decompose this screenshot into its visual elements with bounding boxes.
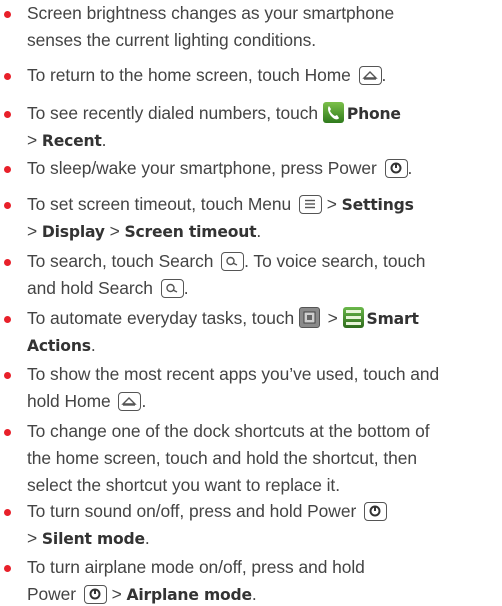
item-line: To search, touch Search . To voice searc…	[27, 250, 425, 272]
text-segment: >	[27, 528, 42, 548]
text-segment: Power	[27, 584, 81, 604]
item-line: Power > Airplane mode.	[27, 583, 257, 606]
smart-actions-icon	[342, 307, 364, 328]
text-segment: .	[407, 158, 413, 178]
text-segment: To see recently dialed numbers, touch	[27, 103, 323, 123]
bold-term: Silent mode	[41, 530, 145, 548]
power-key-icon	[384, 159, 408, 178]
text-segment: . To voice search, touch	[244, 251, 426, 271]
text-segment: To set screen timeout, touch Menu	[27, 194, 296, 214]
text-segment: To sleep/wake your smartphone, press Pow…	[27, 158, 382, 178]
item-line: the home screen, touch and hold the shor…	[27, 447, 417, 469]
text-segment: the home screen, touch and hold the shor…	[27, 448, 418, 468]
bold-term: Airplane mode	[126, 586, 253, 604]
bold-term: Smart	[366, 310, 419, 328]
item-line: hold Home .	[27, 390, 146, 412]
item-line: and hold Search .	[27, 277, 189, 299]
text-segment: select the shortcut you want to replace …	[27, 475, 340, 495]
bold-term: Phone	[346, 105, 401, 123]
item-line: Screen brightness changes as your smartp…	[27, 2, 394, 24]
bullet-icon	[4, 429, 11, 436]
text-segment: .	[101, 130, 107, 150]
bold-term: Display	[41, 223, 105, 241]
text-segment: Screen brightness changes as your smartp…	[27, 3, 395, 23]
text-segment: To show the most recent apps you’ve used…	[27, 364, 440, 384]
bullet-icon	[4, 372, 11, 379]
menu-key-icon	[298, 195, 322, 214]
text-segment: and hold Search	[27, 278, 158, 298]
search-key-icon	[221, 252, 245, 271]
item-line: To turn airplane mode on/off, press and …	[27, 556, 365, 578]
bullet-icon	[4, 565, 11, 572]
text-segment: hold Home	[27, 391, 116, 411]
bold-term: Actions	[27, 337, 91, 355]
item-line: > Display > Screen timeout.	[27, 220, 261, 243]
power-key-icon	[363, 502, 387, 521]
bullet-icon	[4, 73, 11, 80]
text-segment: .	[183, 278, 189, 298]
app-grid-icon	[298, 307, 320, 328]
item-line: To set screen timeout, touch Menu > Sett…	[27, 193, 414, 216]
item-line: > Silent mode.	[27, 527, 150, 550]
text-segment: To turn sound on/off, press and hold Pow…	[27, 501, 361, 521]
bold-term: Screen timeout	[124, 223, 257, 241]
item-line: To turn sound on/off, press and hold Pow…	[27, 500, 387, 522]
search-key-icon	[160, 279, 184, 298]
phone-app-icon	[322, 102, 344, 123]
item-line: To return to the home screen, touch Home…	[27, 64, 386, 86]
text-segment: >	[321, 194, 342, 214]
bullet-icon	[4, 11, 11, 18]
text-segment: >	[104, 221, 125, 241]
text-segment: .	[251, 584, 257, 604]
bold-term: Settings	[341, 196, 414, 214]
power-key-icon	[83, 585, 107, 604]
text-segment: To return to the home screen, touch Home	[27, 65, 356, 85]
text-segment: >	[322, 308, 343, 328]
home-key-icon	[358, 66, 382, 85]
bold-term: Recent	[41, 132, 102, 150]
text-segment: To change one of the dock shortcuts at t…	[27, 421, 430, 441]
text-segment: .	[256, 221, 262, 241]
bullet-icon	[4, 316, 11, 323]
item-line: To see recently dialed numbers, touch Ph…	[27, 102, 401, 125]
bullet-icon	[4, 509, 11, 516]
text-segment: senses the current lighting conditions.	[27, 30, 317, 50]
text-segment: .	[144, 528, 150, 548]
home-key-icon	[118, 392, 142, 411]
text-segment: To automate everyday tasks, touch	[27, 308, 299, 328]
item-line: senses the current lighting conditions.	[27, 29, 316, 51]
bullet-icon	[4, 259, 11, 266]
item-line: select the shortcut you want to replace …	[27, 474, 340, 496]
item-line: To change one of the dock shortcuts at t…	[27, 420, 430, 442]
text-segment: .	[141, 391, 147, 411]
text-segment: .	[90, 335, 96, 355]
item-line: To show the most recent apps you’ve used…	[27, 363, 439, 385]
text-segment: >	[27, 130, 42, 150]
bullet-icon	[4, 202, 11, 209]
item-line: To sleep/wake your smartphone, press Pow…	[27, 157, 412, 179]
item-line: > Recent.	[27, 129, 107, 152]
text-segment: >	[106, 584, 127, 604]
item-line: To automate everyday tasks, touch > Smar…	[27, 307, 419, 330]
text-segment: To turn airplane mode on/off, press and …	[27, 557, 365, 577]
item-line: Actions.	[27, 334, 96, 357]
text-segment: >	[27, 221, 42, 241]
bullet-icon	[4, 111, 11, 118]
text-segment: To search, touch Search	[27, 251, 219, 271]
text-segment: .	[381, 65, 387, 85]
bullet-icon	[4, 166, 11, 173]
